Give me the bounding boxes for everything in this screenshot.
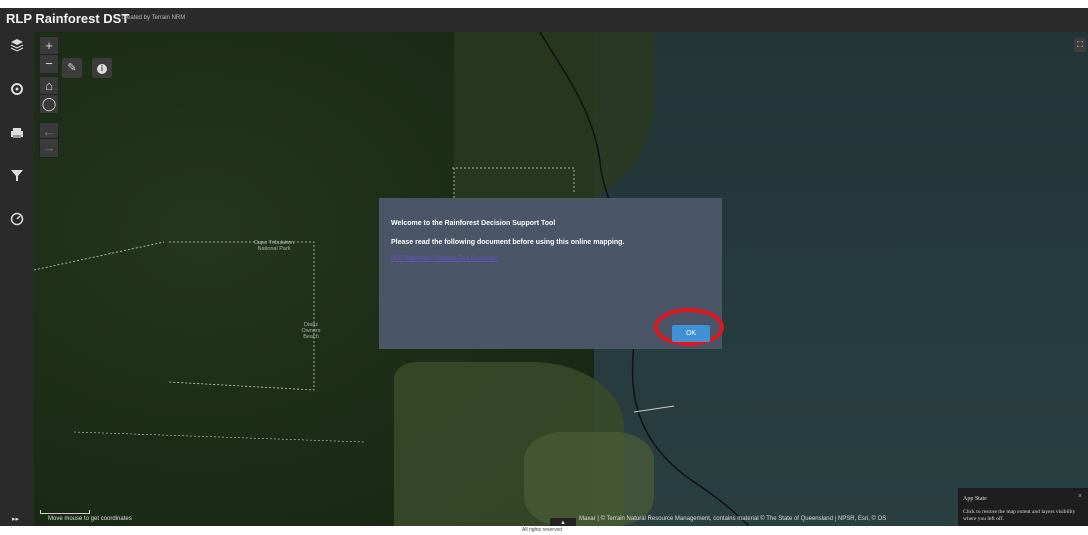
dashboard-icon[interactable] <box>9 212 25 228</box>
left-toolbar <box>0 32 34 526</box>
app-state-title: App State <box>963 496 987 502</box>
locate-button[interactable]: ◯ <box>39 94 59 114</box>
beach-label: Dianz Owners Beach <box>301 322 321 340</box>
coordinates-readout: Move mouse to get coordinates <box>48 516 132 522</box>
zoom-in-button[interactable]: + <box>39 36 59 56</box>
info-icon: i <box>97 64 107 74</box>
close-icon[interactable]: × <box>1078 493 1082 500</box>
filter-icon[interactable] <box>9 168 25 184</box>
app-header: RLP Rainforest DST created by Terrain NR… <box>0 8 1088 32</box>
dialog-title: Welcome to the Rainforest Decision Suppo… <box>391 220 556 227</box>
sidebar-toggle-button[interactable]: ▸▸ <box>12 515 19 523</box>
app-state-body: Click to restore the map extent and laye… <box>963 509 1076 522</box>
park-label: Cape Tribulation National Park <box>254 240 295 252</box>
ok-button[interactable]: OK <box>672 325 710 342</box>
map-status-bar: Move mouse to get coordinates ▲ Maxar | … <box>34 510 1088 528</box>
layers-icon[interactable] <box>9 38 25 54</box>
info-button[interactable]: i <box>92 58 112 78</box>
app-title: RLP Rainforest DST <box>6 11 130 26</box>
home-button[interactable]: ⌂ <box>39 76 59 96</box>
welcome-dialog: Welcome to the Rainforest Decision Suppo… <box>379 198 724 349</box>
fullscreen-icon: ⛶ <box>1077 40 1083 49</box>
print-icon[interactable] <box>9 126 25 142</box>
app-subtitle: created by Terrain NRM <box>122 15 186 21</box>
app-state-popup[interactable]: App State × Click to restore the map ext… <box>958 488 1088 526</box>
app-frame: RLP Rainforest DST created by Terrain NR… <box>0 0 1088 535</box>
dialog-body: Please read the following document befor… <box>391 239 625 246</box>
fullscreen-button[interactable]: ⛶ <box>1074 38 1086 52</box>
pencil-icon: ✎ <box>67 62 77 74</box>
page-footer: All rights reserved <box>0 526 1088 535</box>
footer-text: All rights reserved <box>522 527 563 533</box>
scale-bar <box>40 510 90 514</box>
basemap-icon[interactable] <box>9 82 25 98</box>
attribution-text: Maxar | © Terrain Natural Resource Manag… <box>579 516 887 522</box>
next-extent-button[interactable]: → <box>39 138 59 158</box>
draw-button[interactable]: ✎ <box>62 58 82 78</box>
document-link[interactable]: RLP Rainforest Planning Tool Document <box>391 256 498 262</box>
zoom-out-button[interactable]: − <box>39 54 59 74</box>
